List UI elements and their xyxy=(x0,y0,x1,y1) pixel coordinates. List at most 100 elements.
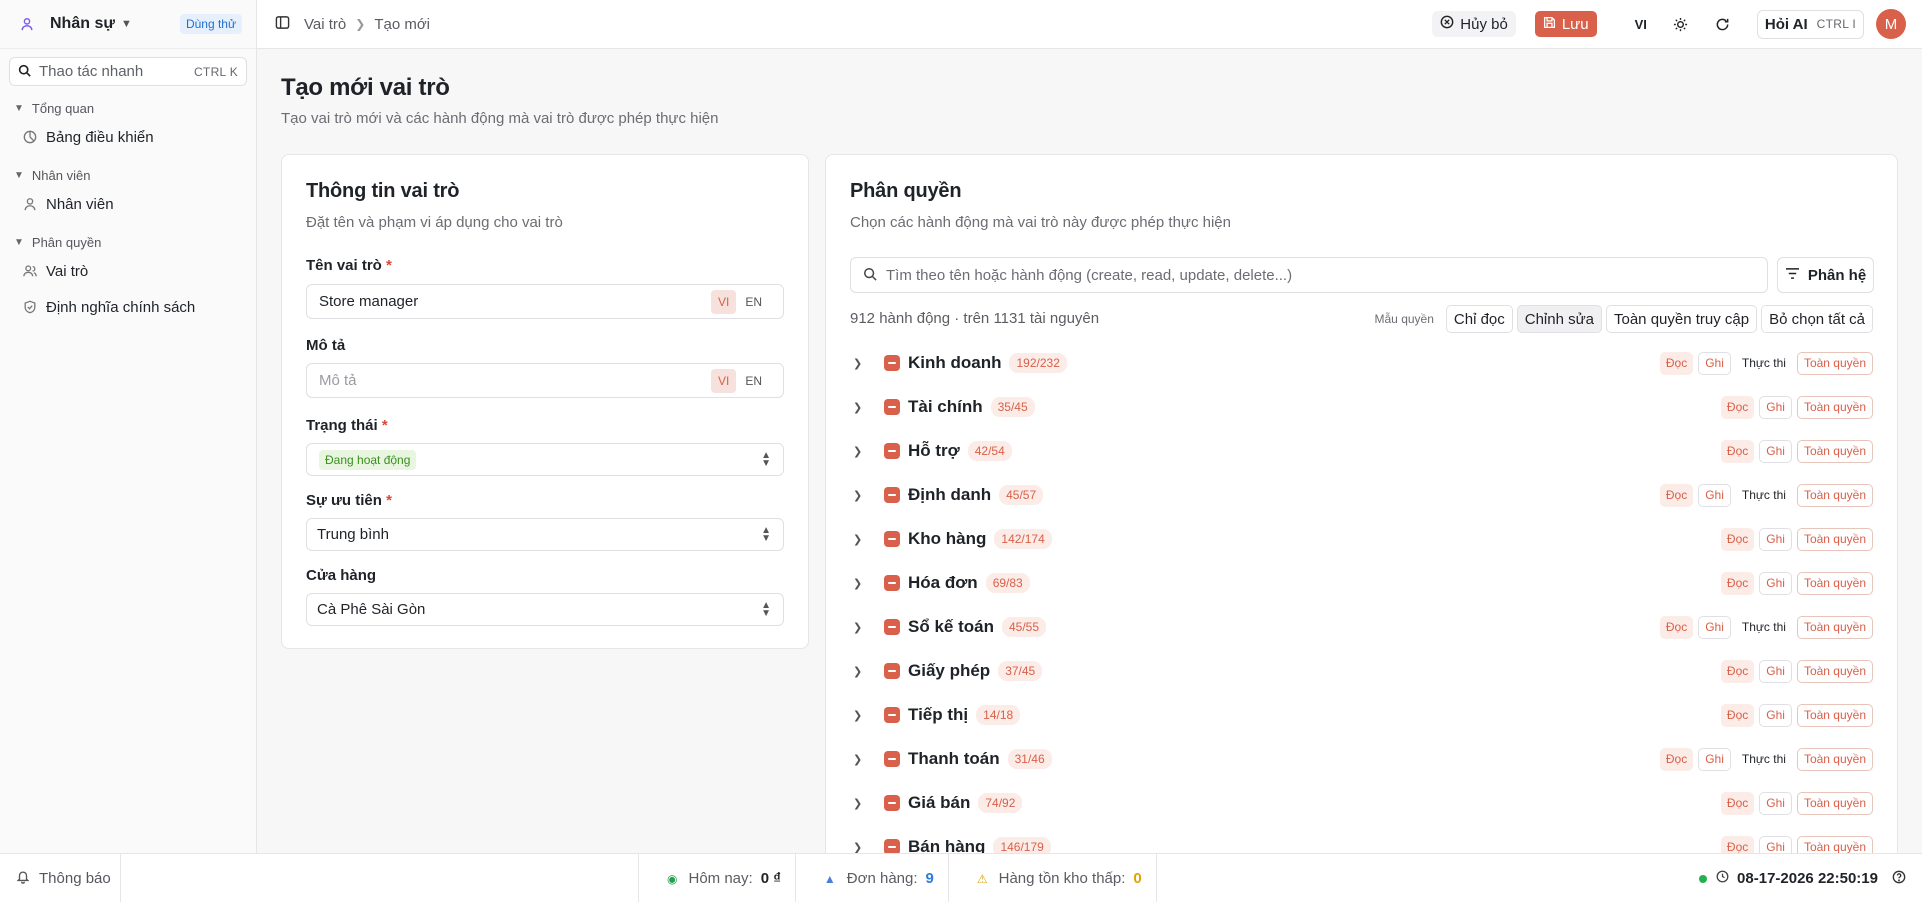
chevron-right-icon[interactable]: ❯ xyxy=(853,577,867,590)
sidebar-item-roles[interactable]: Vai trò xyxy=(0,258,256,284)
breadcrumb-roles[interactable]: Vai trò xyxy=(304,16,346,33)
indeterminate-checkbox[interactable] xyxy=(884,443,900,459)
indeterminate-checkbox[interactable] xyxy=(884,619,900,635)
action-full-toggle[interactable]: Toàn quyền xyxy=(1796,835,1873,853)
chevron-right-icon[interactable]: ❯ xyxy=(853,621,867,634)
action-full-toggle[interactable]: Toàn quyền xyxy=(1796,571,1873,595)
lang-en-tab[interactable]: EN xyxy=(736,369,771,393)
action-read-toggle[interactable]: Đọc xyxy=(1720,571,1755,595)
action-full-toggle[interactable]: Toàn quyền xyxy=(1796,659,1873,683)
indeterminate-checkbox[interactable] xyxy=(884,839,900,853)
action-write-toggle[interactable]: Ghi xyxy=(1759,571,1792,595)
chevron-right-icon[interactable]: ❯ xyxy=(853,445,867,458)
module-row[interactable]: ❯ Giá bán 74/92 Đọc Ghi Toàn quyền xyxy=(850,781,1873,825)
indeterminate-checkbox[interactable] xyxy=(884,399,900,415)
action-read-toggle[interactable]: Đọc xyxy=(1659,483,1694,507)
module-row[interactable]: ❯ Thanh toán 31/46 Đọc Ghi Thực thi Toàn quyền xyxy=(850,737,1873,781)
action-read-toggle[interactable]: Đọc xyxy=(1659,747,1694,771)
chevron-right-icon[interactable]: ❯ xyxy=(853,797,867,810)
module-row[interactable]: ❯ Kinh doanh 192/232 Đọc Ghi Thực thi Toàn quy… xyxy=(850,341,1873,385)
sidebar-group-overview[interactable]: ▼ Tổng quan xyxy=(0,101,256,116)
module-row[interactable]: ❯ Định danh 45/57 Đọc Ghi Thực thi Toàn quyền xyxy=(850,473,1873,517)
chevron-right-icon[interactable]: ❯ xyxy=(853,709,867,722)
action-full-toggle[interactable]: Toàn quyền xyxy=(1796,351,1873,375)
action-full-toggle[interactable]: Toàn quyền xyxy=(1796,747,1873,771)
chevron-right-icon[interactable]: ❯ xyxy=(853,753,867,766)
module-row[interactable]: ❯ Tài chính 35/45 Đọc Ghi Toàn quyền xyxy=(850,385,1873,429)
action-write-toggle[interactable]: Ghi xyxy=(1698,747,1731,771)
action-execute-toggle[interactable]: Thực thi xyxy=(1736,484,1792,507)
indeterminate-checkbox[interactable] xyxy=(884,355,900,371)
action-write-toggle[interactable]: Ghi xyxy=(1759,791,1792,815)
app-switcher[interactable]: Nhân sự ▼ Dùng thử xyxy=(0,0,256,49)
action-read-toggle[interactable]: Đọc xyxy=(1720,527,1755,551)
sidebar-group-employees[interactable]: ▼ Nhân viên xyxy=(0,168,256,183)
indeterminate-checkbox[interactable] xyxy=(884,575,900,591)
indeterminate-checkbox[interactable] xyxy=(884,707,900,723)
cancel-button[interactable]: Hủy bỏ xyxy=(1432,11,1516,37)
action-full-toggle[interactable]: Toàn quyền xyxy=(1796,703,1873,727)
sidebar-item-dashboard[interactable]: Bảng điều khiển xyxy=(0,124,256,150)
action-full-toggle[interactable]: Toàn quyền xyxy=(1796,395,1873,419)
language-switch[interactable]: VI xyxy=(1635,17,1647,32)
action-write-toggle[interactable]: Ghi xyxy=(1759,439,1792,463)
save-button[interactable]: Lưu xyxy=(1534,11,1597,37)
action-write-toggle[interactable]: Ghi xyxy=(1759,703,1792,727)
permission-search-input[interactable]: Tìm theo tên hoặc hành động (create, rea… xyxy=(850,257,1768,293)
indeterminate-checkbox[interactable] xyxy=(884,751,900,767)
action-read-toggle[interactable]: Đọc xyxy=(1720,835,1755,853)
module-row[interactable]: ❯ Sổ kế toán 45/55 Đọc Ghi Thực thi Toàn quyền xyxy=(850,605,1873,649)
action-read-toggle[interactable]: Đọc xyxy=(1720,791,1755,815)
action-execute-toggle[interactable]: Thực thi xyxy=(1736,352,1792,375)
notifications-button[interactable]: Thông báo xyxy=(0,853,121,902)
theme-sun-icon[interactable] xyxy=(1673,16,1689,32)
sidebar-item-policy-definitions[interactable]: Định nghĩa chính sách xyxy=(0,294,256,320)
module-row[interactable]: ❯ Tiếp thị 14/18 Đọc Ghi Toàn quyền xyxy=(850,693,1873,737)
action-read-toggle[interactable]: Đọc xyxy=(1659,615,1694,639)
lang-en-tab[interactable]: EN xyxy=(736,290,771,314)
action-read-toggle[interactable]: Đọc xyxy=(1659,351,1694,375)
avatar[interactable]: M xyxy=(1876,9,1906,39)
action-write-toggle[interactable]: Ghi xyxy=(1698,483,1731,507)
priority-select[interactable]: Trung bình ▲ ▼ xyxy=(306,518,784,551)
action-read-toggle[interactable]: Đọc xyxy=(1720,395,1755,419)
action-write-toggle[interactable]: Ghi xyxy=(1759,835,1792,853)
help-icon[interactable] xyxy=(1892,870,1906,887)
sidebar-item-employees[interactable]: Nhân viên xyxy=(0,191,256,217)
action-write-toggle[interactable]: Ghi xyxy=(1698,351,1731,375)
chevron-right-icon[interactable]: ❯ xyxy=(853,665,867,678)
module-row[interactable]: ❯ Hóa đơn 69/83 Đọc Ghi Toàn quyền xyxy=(850,561,1873,605)
ask-ai-button[interactable]: Hỏi AI CTRL I xyxy=(1756,9,1864,39)
chevron-right-icon[interactable]: ❯ xyxy=(853,401,867,414)
store-select[interactable]: Cà Phê Sài Gòn ▲ ▼ xyxy=(306,593,784,626)
action-write-toggle[interactable]: Ghi xyxy=(1759,395,1792,419)
module-row[interactable]: ❯ Kho hàng 142/174 Đọc Ghi Toàn quyền xyxy=(850,517,1873,561)
action-full-toggle[interactable]: Toàn quyền xyxy=(1796,439,1873,463)
action-read-toggle[interactable]: Đọc xyxy=(1720,703,1755,727)
action-full-toggle[interactable]: Toàn quyền xyxy=(1796,791,1873,815)
chevron-right-icon[interactable]: ❯ xyxy=(853,841,867,854)
action-write-toggle[interactable]: Ghi xyxy=(1698,615,1731,639)
indeterminate-checkbox[interactable] xyxy=(884,663,900,679)
refresh-icon[interactable] xyxy=(1715,16,1731,32)
module-row[interactable]: ❯ Hỗ trợ 42/54 Đọc Ghi Toàn quyền xyxy=(850,429,1873,473)
module-row[interactable]: ❯ Bán hàng 146/179 Đọc Ghi Toàn quyền xyxy=(850,825,1873,853)
chevron-right-icon[interactable]: ❯ xyxy=(853,357,867,370)
lang-vi-tab[interactable]: VI xyxy=(710,368,737,393)
action-full-toggle[interactable]: Toàn quyền xyxy=(1796,483,1873,507)
sidebar-toggle-icon[interactable] xyxy=(275,15,290,33)
indeterminate-checkbox[interactable] xyxy=(884,795,900,811)
description-field[interactable]: Mô tả VI EN xyxy=(306,363,784,398)
action-execute-toggle[interactable]: Thực thi xyxy=(1736,748,1792,771)
preset-full-access[interactable]: Toàn quyền truy cập xyxy=(1606,305,1758,333)
action-write-toggle[interactable]: Ghi xyxy=(1759,527,1792,551)
action-read-toggle[interactable]: Đọc xyxy=(1720,439,1755,463)
status-select[interactable]: Đang hoạt động ▲ ▼ xyxy=(306,443,784,476)
sidebar-group-permissions[interactable]: ▼ Phân quyền xyxy=(0,235,256,250)
action-full-toggle[interactable]: Toàn quyền xyxy=(1796,615,1873,639)
action-read-toggle[interactable]: Đọc xyxy=(1720,659,1755,683)
preset-read-only[interactable]: Chỉ đọc xyxy=(1445,305,1513,333)
quick-action-search[interactable]: Thao tác nhanh CTRL K xyxy=(9,57,247,86)
indeterminate-checkbox[interactable] xyxy=(884,531,900,547)
module-filter-button[interactable]: Phân hệ xyxy=(1777,257,1874,293)
